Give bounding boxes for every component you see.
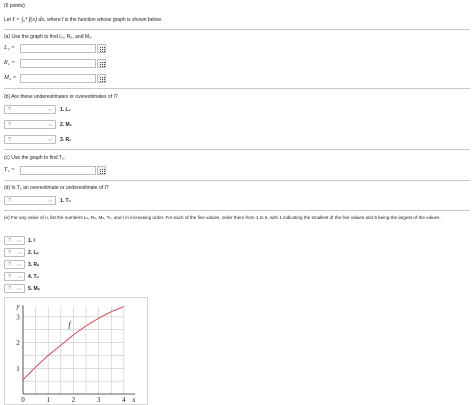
y-tick-label: 2 xyxy=(16,339,20,347)
points-label: (6 points) xyxy=(4,3,25,9)
y-tick-label: 1 xyxy=(16,365,20,373)
l2-input[interactable] xyxy=(20,44,96,53)
intro-suffix: , where f is the function whose graph is… xyxy=(44,17,163,23)
select-value: ? xyxy=(8,262,11,268)
x-tick-label: 0 xyxy=(21,396,25,404)
select-value: ? xyxy=(8,122,11,128)
divider xyxy=(4,210,470,211)
order-tn-select[interactable]: ? ⌵ xyxy=(4,272,25,281)
l2-keypad-icon[interactable] xyxy=(97,44,106,53)
chevron-down-icon: ⌵ xyxy=(17,262,21,268)
select-value: ? xyxy=(8,137,11,143)
order-rn-select[interactable]: ? ⌵ xyxy=(4,260,25,269)
select-value: ? xyxy=(8,274,11,280)
select-value: ? xyxy=(8,286,11,292)
chevron-down-icon: ⌵ xyxy=(17,238,21,244)
divider xyxy=(4,88,470,89)
order-ln-label: 2. Lₙ xyxy=(28,250,39,256)
chevron-down-icon: ⌵ xyxy=(48,122,52,128)
order-mn-select[interactable]: ? ⌵ xyxy=(4,284,25,293)
order-tn-label: 4. Tₙ xyxy=(28,274,39,280)
x-tick-label: 3 xyxy=(97,396,101,404)
function-graph: 0 1 2 3 4 1 2 3 x y f xyxy=(4,297,148,405)
select-value: ? xyxy=(8,107,11,113)
t2-estimate-select[interactable]: ? ⌵ xyxy=(4,196,56,205)
m2-estimate-select[interactable]: ? ⌵ xyxy=(4,120,56,129)
r2-keypad-icon[interactable] xyxy=(97,59,106,68)
r2-estimate-select[interactable]: ? ⌵ xyxy=(4,135,56,144)
y-tick-label: 3 xyxy=(16,313,20,321)
l2-estimate-select[interactable]: ? ⌵ xyxy=(4,105,56,114)
chevron-down-icon: ⌵ xyxy=(48,198,52,204)
x-tick-label: 2 xyxy=(72,396,76,404)
part-d-prompt: (d) Is T₂ an overestimate or underestima… xyxy=(4,185,109,191)
part-e-prompt: (e) For any value of n, list the numbers… xyxy=(4,215,441,220)
part-b-prompt: (b) Are these underestimates or overesti… xyxy=(4,94,118,100)
order-ln-select[interactable]: ? ⌵ xyxy=(4,248,25,257)
r2-label: R₂ = xyxy=(4,60,16,66)
x-axis-label: x xyxy=(131,396,136,404)
select-value: ? xyxy=(8,198,11,204)
order-rn-label: 3. Rₙ xyxy=(28,262,40,268)
l2-label: L₂ = xyxy=(4,45,15,51)
divider xyxy=(4,149,470,150)
chevron-down-icon: ⌵ xyxy=(17,286,21,292)
m2-estimate-label: 2. M₂ xyxy=(60,122,72,128)
order-i-select[interactable]: ? ⌵ xyxy=(4,236,25,245)
chevron-down-icon: ⌵ xyxy=(48,137,52,143)
part-a-prompt: (a) Use the graph to find L₂, R₂, and M₂… xyxy=(4,34,93,40)
r2-estimate-label: 3. R₂ xyxy=(60,137,72,143)
chevron-down-icon: ⌵ xyxy=(17,274,21,280)
select-value: ? xyxy=(8,238,11,244)
series-label: f xyxy=(68,320,72,329)
x-tick-label: 4 xyxy=(122,396,126,404)
divider xyxy=(4,180,470,181)
intro-prefix: Let xyxy=(4,17,11,23)
function-graph-svg: 0 1 2 3 4 1 2 3 x y f xyxy=(15,303,136,404)
t2-label: T₂ = xyxy=(4,167,15,173)
y-axis-label: y xyxy=(15,303,20,311)
chevron-down-icon: ⌵ xyxy=(48,107,52,113)
order-i-label: 1. I xyxy=(28,238,35,244)
l2-estimate-label: 1. L₂ xyxy=(60,107,71,113)
m2-keypad-icon[interactable] xyxy=(97,74,106,83)
select-value: ? xyxy=(8,250,11,256)
t2-input[interactable] xyxy=(20,166,96,175)
m2-input[interactable] xyxy=(20,74,96,83)
t2-keypad-icon[interactable] xyxy=(97,166,106,175)
r2-input[interactable] xyxy=(20,59,96,68)
order-mn-label: 5. Mₙ xyxy=(28,286,40,292)
integral-expression: I = ∫₀⁴ f(x) dx xyxy=(12,17,45,23)
t2-estimate-label: 1. T₂ xyxy=(60,198,71,204)
chevron-down-icon: ⌵ xyxy=(17,250,21,256)
m2-label: M₂ = xyxy=(4,75,17,81)
problem-intro: Let I = ∫₀⁴ f(x) dx, where f is the func… xyxy=(4,17,162,23)
x-tick-label: 1 xyxy=(46,396,50,404)
divider xyxy=(4,29,470,30)
part-c-prompt: (c) Use the graph to find T₂. xyxy=(4,155,66,161)
